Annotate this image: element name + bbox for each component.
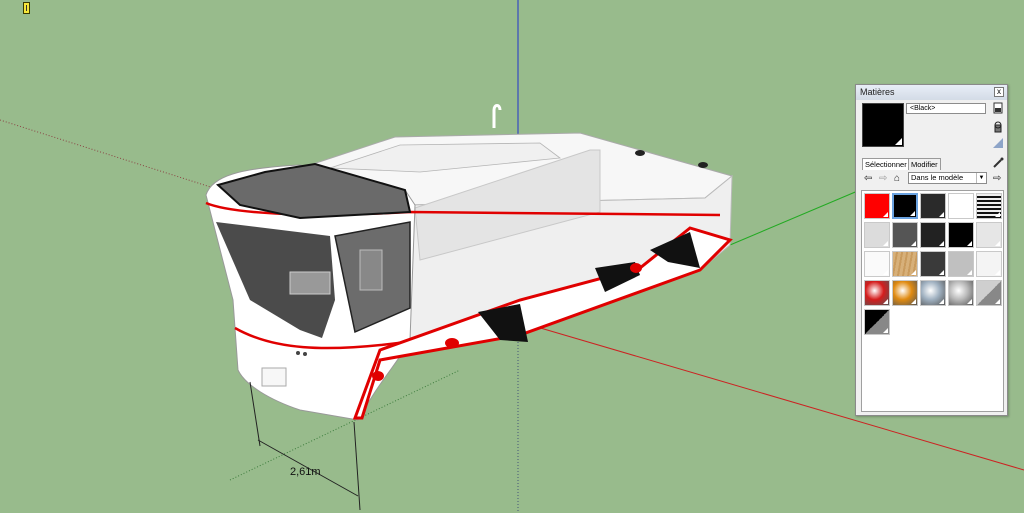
front-plate (261, 367, 287, 387)
default-material-icon[interactable] (992, 137, 1004, 149)
roof-knob-1 (635, 150, 645, 156)
material-name-field[interactable]: <Black> (906, 103, 986, 114)
swatch-dark-gray-1[interactable] (920, 193, 946, 219)
collection-value: Dans le modèle (911, 173, 964, 182)
swatch-wood[interactable] (892, 251, 918, 277)
swatch-light-gray-2[interactable] (976, 222, 1002, 248)
swatch-metal[interactable] (948, 280, 974, 306)
exhaust-pipe (492, 104, 502, 128)
eyedropper-icon[interactable] (992, 157, 1004, 169)
swatch-black-selected[interactable] (892, 193, 918, 219)
controls (289, 271, 331, 295)
seat (359, 249, 383, 291)
swatch-grid[interactable] (861, 190, 1004, 412)
swatch-diagonal-gray[interactable] (976, 280, 1002, 306)
collection-select[interactable]: Dans le modèle ▼ (908, 172, 987, 184)
swatch-white-3[interactable] (976, 251, 1002, 277)
green-axis (729, 189, 861, 246)
swatch-gray-1[interactable] (892, 222, 918, 248)
swatch-black-diagonal[interactable] (864, 309, 890, 335)
panel-title: Matières (860, 87, 895, 97)
swatch-black-2[interactable] (948, 222, 974, 248)
dimension-label: 2,61m (290, 466, 321, 478)
swatch-dark-gray-2[interactable] (920, 222, 946, 248)
material-preview (862, 103, 904, 147)
dimension-line-left (249, 381, 261, 447)
hub-1 (372, 371, 384, 381)
close-button[interactable]: x (994, 87, 1004, 97)
swatch-silver[interactable] (948, 251, 974, 277)
create-material-icon[interactable] (992, 102, 1004, 114)
swatch-orange-glass[interactable] (892, 280, 918, 306)
hub-2 (445, 338, 459, 348)
forward-arrow-icon[interactable]: ⇨ (879, 173, 887, 184)
swatch-red[interactable] (864, 193, 890, 219)
home-icon[interactable]: ⌂ (894, 173, 900, 184)
tab-edit[interactable]: Modifier (908, 158, 941, 170)
hub-3 (630, 263, 642, 273)
swatch-white-1[interactable] (948, 193, 974, 219)
swatch-white-2[interactable] (864, 251, 890, 277)
red-axis-dotted (0, 119, 221, 191)
axis-marker-icon (23, 2, 30, 14)
tab-select[interactable]: Sélectionner (862, 158, 910, 170)
swatch-light-gray-1[interactable] (864, 222, 890, 248)
roof-knob-2 (698, 162, 708, 168)
headlight-2 (303, 352, 307, 356)
swatch-clear-glass[interactable] (920, 280, 946, 306)
swatch-dark-gray-3[interactable] (920, 251, 946, 277)
panel-titlebar[interactable]: Matières x (856, 85, 1007, 100)
materials-panel[interactable]: Matières x <Black> Sélectionner Modifier… (855, 84, 1008, 416)
details-arrow-icon[interactable]: ⇨ (993, 173, 1001, 184)
headlight-1 (296, 351, 300, 355)
chevron-down-icon[interactable]: ▼ (976, 173, 986, 183)
dimension-line-right (353, 421, 361, 511)
back-arrow-icon[interactable]: ⇦ (864, 173, 872, 184)
swatch-striped[interactable] (976, 193, 1002, 219)
paint-bucket-icon[interactable] (992, 121, 1004, 133)
bus-model[interactable] (205, 104, 734, 421)
swatch-red-glass[interactable] (864, 280, 890, 306)
